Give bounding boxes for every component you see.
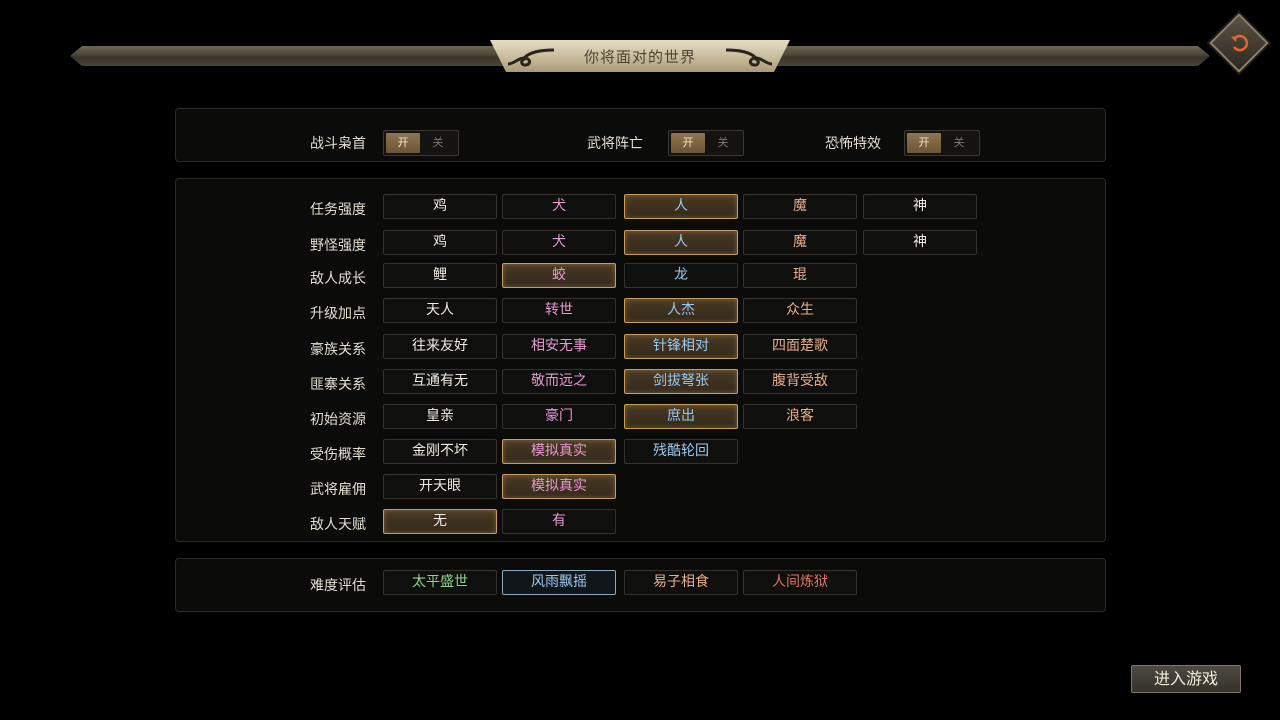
setting-option[interactable]: 模拟真实	[502, 439, 616, 464]
setting-option[interactable]: 敬而远之	[502, 369, 616, 394]
setting-option[interactable]: 鸡	[383, 194, 497, 219]
difficulty-rating-label: 难度评估	[310, 578, 366, 594]
back-button[interactable]	[1209, 13, 1269, 73]
toggle-general-death[interactable]: 开 关	[668, 130, 744, 156]
setting-option[interactable]: 人	[624, 230, 738, 255]
setting-label: 野怪强度	[310, 238, 366, 254]
setting-option[interactable]: 互通有无	[383, 369, 497, 394]
toggle-horror-effects[interactable]: 开 关	[904, 130, 980, 156]
setting-option[interactable]: 腹背受敌	[743, 369, 857, 394]
setting-option[interactable]: 人	[624, 194, 738, 219]
setting-option[interactable]: 金刚不坏	[383, 439, 497, 464]
setting-option[interactable]: 针锋相对	[624, 334, 738, 359]
setting-option[interactable]: 众生	[743, 298, 857, 323]
right-swirl-ornament-icon	[722, 44, 776, 68]
setting-label: 受伤概率	[310, 447, 366, 463]
difficulty-option[interactable]: 太平盛世	[383, 570, 497, 595]
setting-option[interactable]: 犬	[502, 194, 616, 219]
toggle-off[interactable]: 关	[706, 133, 740, 153]
setting-option[interactable]: 相安无事	[502, 334, 616, 359]
setting-option[interactable]: 往来友好	[383, 334, 497, 359]
setting-option[interactable]: 琨	[743, 263, 857, 288]
setting-option[interactable]: 神	[863, 194, 977, 219]
setting-option[interactable]: 鲤	[383, 263, 497, 288]
setting-label: 匪寨关系	[310, 377, 366, 393]
back-arrow-icon	[1231, 34, 1249, 52]
setting-option[interactable]: 残酷轮回	[624, 439, 738, 464]
difficulty-option[interactable]: 易子相食	[624, 570, 738, 595]
setting-option[interactable]: 有	[502, 509, 616, 534]
setting-option[interactable]: 鸡	[383, 230, 497, 255]
title-plate: 你将面对的世界	[490, 40, 790, 72]
toggle-label-battle-behead: 战斗枭首	[310, 136, 366, 152]
toggle-label-horror-effects: 恐怖特效	[825, 136, 881, 152]
setting-label: 敌人天赋	[310, 517, 366, 533]
setting-label: 敌人成长	[310, 271, 366, 287]
setting-label: 豪族关系	[310, 342, 366, 358]
difficulty-option[interactable]: 人间炼狱	[743, 570, 857, 595]
setting-option[interactable]: 魔	[743, 194, 857, 219]
toggle-off[interactable]: 关	[942, 133, 976, 153]
difficulty-option[interactable]: 风雨飘摇	[502, 570, 616, 595]
setting-label: 武将雇佣	[310, 482, 366, 498]
setting-option[interactable]: 皇亲	[383, 404, 497, 429]
enter-game-button[interactable]: 进入游戏	[1131, 665, 1241, 693]
toggle-off[interactable]: 关	[421, 133, 455, 153]
toggle-battle-behead[interactable]: 开 关	[383, 130, 459, 156]
setting-label: 任务强度	[310, 202, 366, 218]
setting-option[interactable]: 天人	[383, 298, 497, 323]
setting-label: 初始资源	[310, 412, 366, 428]
setting-option[interactable]: 模拟真实	[502, 474, 616, 499]
setting-option[interactable]: 人杰	[624, 298, 738, 323]
setting-option[interactable]: 浪客	[743, 404, 857, 429]
setting-option[interactable]: 蛟	[502, 263, 616, 288]
setting-option[interactable]: 神	[863, 230, 977, 255]
toggle-on[interactable]: 开	[907, 133, 941, 153]
toggle-on[interactable]: 开	[671, 133, 705, 153]
setting-option[interactable]: 四面楚歌	[743, 334, 857, 359]
setting-option[interactable]: 豪门	[502, 404, 616, 429]
setting-option[interactable]: 龙	[624, 263, 738, 288]
toggle-on[interactable]: 开	[386, 133, 420, 153]
toggle-label-general-death: 武将阵亡	[587, 136, 643, 152]
setting-label: 升级加点	[310, 306, 366, 322]
setting-option[interactable]: 犬	[502, 230, 616, 255]
setting-option[interactable]: 无	[383, 509, 497, 534]
setting-option[interactable]: 剑拔弩张	[624, 369, 738, 394]
setting-option[interactable]: 庶出	[624, 404, 738, 429]
setting-option[interactable]: 开天眼	[383, 474, 497, 499]
setting-option[interactable]: 魔	[743, 230, 857, 255]
setting-option[interactable]: 转世	[502, 298, 616, 323]
